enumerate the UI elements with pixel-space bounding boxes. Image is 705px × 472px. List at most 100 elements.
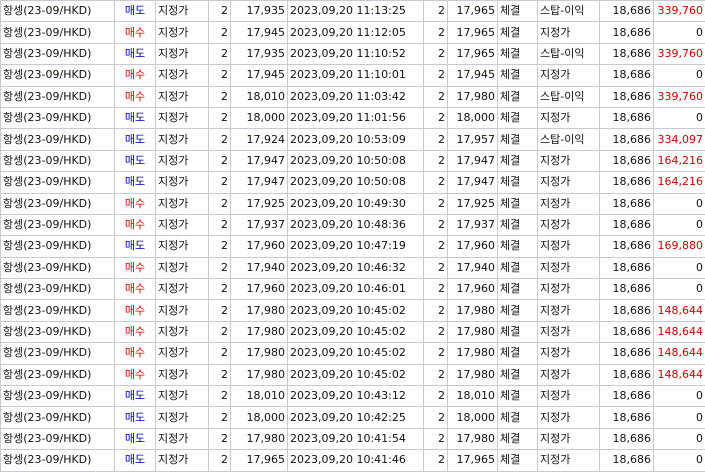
profit-loss-cell: 169,880 [654,236,705,257]
table-row[interactable]: 항셍(23-09/HKD)매수지정가218,0102023,09,20 11:0… [1,86,705,107]
side-cell: 매수 [115,279,156,300]
profit-loss-cell: 148,644 [654,300,705,321]
table-row[interactable]: 항셍(23-09/HKD)매도지정가218,0102023,09,20 10:4… [1,386,705,407]
table-row[interactable]: 항셍(23-09/HKD)매도지정가217,9602023,09,20 10:4… [1,236,705,257]
side-cell: 매수 [115,214,156,235]
profit-loss-cell: 0 [654,386,705,407]
side-cell: 매도 [115,172,156,193]
current-price-cell: 18,686 [600,43,654,64]
order-type-cell: 지정가 [156,65,209,86]
exec-type-cell: 지정가 [538,450,600,471]
qty-cell: 2 [209,321,231,342]
product-cell: 항셍(23-09/HKD) [1,279,115,300]
datetime-cell: 2023,09,20 11:10:52 [288,43,424,64]
table-row[interactable]: 항셍(23-09/HKD)매도지정가217,9352023,09,20 11:1… [1,43,705,64]
order-price-cell: 17,937 [231,214,288,235]
table-row[interactable]: 항셍(23-09/HKD)매수지정가217,9802023,09,20 10:4… [1,343,705,364]
profit-loss-cell: 0 [654,428,705,449]
table-row[interactable]: 항셍(23-09/HKD)매도지정가217,9242023,09,20 10:5… [1,129,705,150]
order-price-cell: 18,000 [231,107,288,128]
filled-price-cell: 18,000 [448,407,498,428]
table-row[interactable]: 항셍(23-09/HKD)매수지정가217,9452023,09,20 11:1… [1,22,705,43]
order-price-cell: 17,965 [231,450,288,471]
datetime-cell: 2023,09,20 10:50:08 [288,172,424,193]
product-cell: 항셍(23-09/HKD) [1,386,115,407]
datetime-cell: 2023,09,20 11:12:05 [288,22,424,43]
order-price-cell: 18,010 [231,386,288,407]
current-price-cell: 18,686 [600,172,654,193]
status-cell: 체결 [498,450,538,471]
exec-type-cell: 지정가 [538,236,600,257]
filled-qty-cell: 2 [424,407,448,428]
exec-type-cell: 스탑-이익 [538,1,600,22]
qty-cell: 2 [209,129,231,150]
order-type-cell: 지정가 [156,150,209,171]
filled-qty-cell: 2 [424,236,448,257]
current-price-cell: 18,686 [600,279,654,300]
product-cell: 항셍(23-09/HKD) [1,428,115,449]
status-cell: 체결 [498,172,538,193]
table-row[interactable]: 항셍(23-09/HKD)매도지정가217,9352023,09,20 11:1… [1,1,705,22]
filled-price-cell: 17,980 [448,321,498,342]
table-row[interactable]: 항셍(23-09/HKD)매도지정가217,9652023,09,20 10:4… [1,450,705,471]
table-row[interactable]: 항셍(23-09/HKD)매도지정가217,9472023,09,20 10:5… [1,150,705,171]
product-cell: 항셍(23-09/HKD) [1,321,115,342]
table-row[interactable]: 항셍(23-09/HKD)매수지정가217,9802023,09,20 10:4… [1,321,705,342]
datetime-cell: 2023,09,20 10:48:36 [288,214,424,235]
filled-price-cell: 17,965 [448,450,498,471]
filled-qty-cell: 2 [424,450,448,471]
table-row[interactable]: 항셍(23-09/HKD)매도지정가218,0002023,09,20 11:0… [1,107,705,128]
qty-cell: 2 [209,1,231,22]
side-cell: 매수 [115,193,156,214]
qty-cell: 2 [209,407,231,428]
table-row[interactable]: 항셍(23-09/HKD)매수지정가217,9802023,09,20 10:4… [1,364,705,385]
qty-cell: 2 [209,364,231,385]
exec-type-cell: 지정가 [538,343,600,364]
filled-price-cell: 17,980 [448,428,498,449]
qty-cell: 2 [209,43,231,64]
product-cell: 항셍(23-09/HKD) [1,257,115,278]
exec-type-cell: 지정가 [538,150,600,171]
datetime-cell: 2023,09,20 10:45:02 [288,364,424,385]
table-row[interactable]: 항셍(23-09/HKD)매도지정가217,9802023,09,20 10:4… [1,428,705,449]
qty-cell: 2 [209,300,231,321]
current-price-cell: 18,686 [600,1,654,22]
table-row[interactable]: 항셍(23-09/HKD)매수지정가217,9802023,09,20 10:4… [1,300,705,321]
order-type-cell: 지정가 [156,214,209,235]
datetime-cell: 2023,09,20 10:46:01 [288,279,424,300]
filled-qty-cell: 2 [424,321,448,342]
qty-cell: 2 [209,386,231,407]
table-row[interactable]: 항셍(23-09/HKD)매도지정가218,0002023,09,20 10:4… [1,407,705,428]
side-cell: 매수 [115,22,156,43]
order-price-cell: 17,980 [231,300,288,321]
qty-cell: 2 [209,214,231,235]
qty-cell: 2 [209,193,231,214]
filled-price-cell: 17,980 [448,300,498,321]
current-price-cell: 18,686 [600,386,654,407]
exec-type-cell: 지정가 [538,107,600,128]
side-cell: 매수 [115,86,156,107]
qty-cell: 2 [209,257,231,278]
profit-loss-cell: 0 [654,257,705,278]
order-price-cell: 17,935 [231,43,288,64]
filled-qty-cell: 2 [424,172,448,193]
table-row[interactable]: 항셍(23-09/HKD)매수지정가217,9372023,09,20 10:4… [1,214,705,235]
table-row[interactable]: 항셍(23-09/HKD)매도지정가217,9472023,09,20 10:5… [1,172,705,193]
order-price-cell: 17,940 [231,257,288,278]
table-row[interactable]: 항셍(23-09/HKD)매수지정가217,9452023,09,20 11:1… [1,65,705,86]
exec-type-cell: 지정가 [538,386,600,407]
filled-qty-cell: 2 [424,364,448,385]
status-cell: 체결 [498,428,538,449]
table-row[interactable]: 항셍(23-09/HKD)매수지정가217,9602023,09,20 10:4… [1,279,705,300]
qty-cell: 2 [209,107,231,128]
product-cell: 항셍(23-09/HKD) [1,214,115,235]
current-price-cell: 18,686 [600,407,654,428]
table-row[interactable]: 항셍(23-09/HKD)매수지정가217,9252023,09,20 10:4… [1,193,705,214]
exec-type-cell: 지정가 [538,65,600,86]
datetime-cell: 2023,09,20 11:13:25 [288,1,424,22]
status-cell: 체결 [498,43,538,64]
current-price-cell: 18,686 [600,107,654,128]
status-cell: 체결 [498,279,538,300]
table-row[interactable]: 항셍(23-09/HKD)매수지정가217,9402023,09,20 10:4… [1,257,705,278]
current-price-cell: 18,686 [600,450,654,471]
